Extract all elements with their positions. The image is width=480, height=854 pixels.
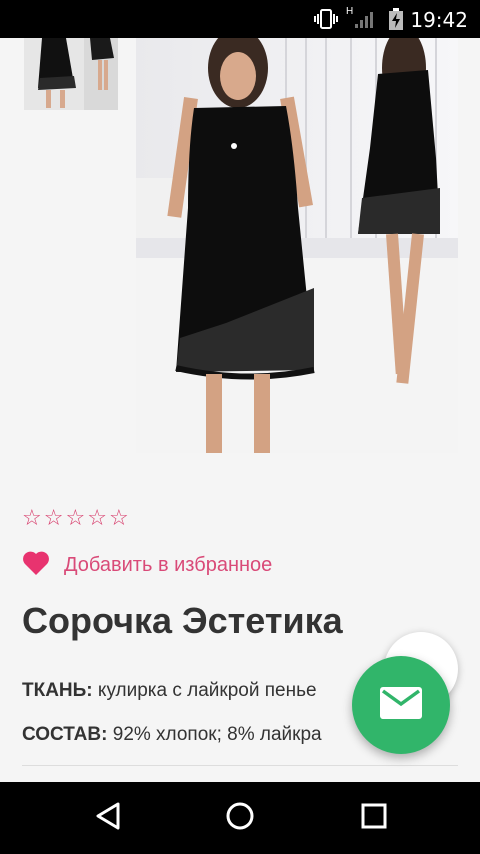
rating-stars[interactable]: ☆ ☆ ☆ ☆ ☆ [22, 506, 129, 532]
star-icon[interactable]: ☆ [87, 506, 107, 532]
star-icon[interactable]: ☆ [22, 506, 42, 532]
heart-icon [22, 550, 50, 581]
product-thumbnail[interactable] [24, 38, 118, 110]
add-to-favorites-label: Добавить в избранное [64, 553, 273, 576]
property-key: СОСТАВ: [22, 724, 108, 745]
mail-fab-button[interactable] [352, 656, 450, 754]
back-button[interactable] [88, 800, 128, 836]
property-key: ТКАНЬ: [22, 680, 93, 701]
star-icon[interactable]: ☆ [65, 506, 85, 532]
vibrate-icon [314, 8, 338, 35]
property-fabric: ТКАНЬ: кулирка с лайкрой пенье [22, 680, 317, 702]
signal-icon [354, 8, 376, 35]
property-value: кулирка с лайкрой пенье [97, 680, 317, 701]
home-button[interactable] [220, 800, 260, 836]
network-type-label: H [346, 6, 354, 17]
divider [22, 765, 458, 766]
product-main-image[interactable] [136, 38, 458, 453]
navigation-bar [0, 782, 480, 854]
recents-icon [361, 803, 387, 834]
battery-charging-icon [388, 8, 404, 35]
status-bar: H 19:42 [0, 0, 480, 38]
home-icon [225, 801, 255, 836]
clock: 19:42 [410, 8, 468, 32]
back-icon [94, 801, 122, 836]
mail-icon [380, 686, 422, 724]
add-to-favorites-button[interactable]: Добавить в избранное [22, 550, 272, 580]
product-page: ☆ ☆ ☆ ☆ ☆ Добавить в избранное Сорочка Э… [0, 38, 480, 782]
star-icon[interactable]: ☆ [109, 506, 129, 532]
property-value: 92% хлопок; 8% лайкра [112, 724, 322, 745]
property-composition: СОСТАВ: 92% хлопок; 8% лайкра [22, 724, 322, 746]
star-icon[interactable]: ☆ [44, 506, 64, 532]
recents-button[interactable] [354, 800, 394, 836]
product-title: Сорочка Эстетика [22, 600, 343, 641]
